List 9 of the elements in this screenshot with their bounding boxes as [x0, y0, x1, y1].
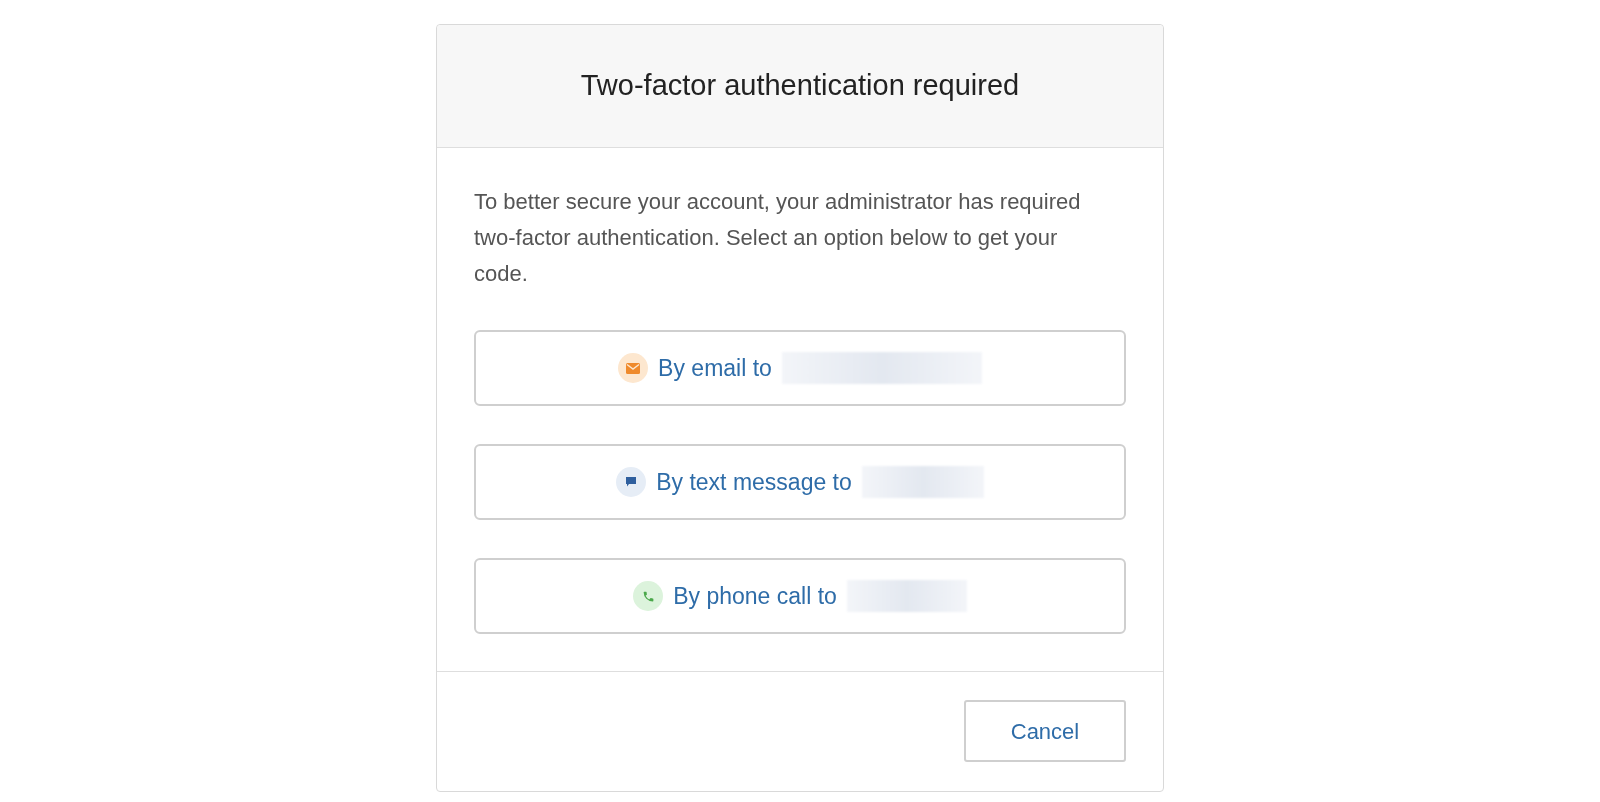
cancel-button[interactable]: Cancel [964, 700, 1126, 762]
option-button[interactable]: By phone call to [474, 558, 1126, 634]
option-button[interactable]: By text message to [474, 444, 1126, 520]
envelope-icon [618, 353, 649, 383]
dialog-title: Two-factor authentication required [580, 68, 1020, 104]
phone-icon [633, 581, 664, 611]
option-button[interactable]: By email to [474, 330, 1126, 406]
instructions-text: To better secure your account, your administrator has required two-factor authentication. Select an option below to get your code. [474, 188, 1082, 288]
chat-bubble-icon [616, 467, 647, 497]
